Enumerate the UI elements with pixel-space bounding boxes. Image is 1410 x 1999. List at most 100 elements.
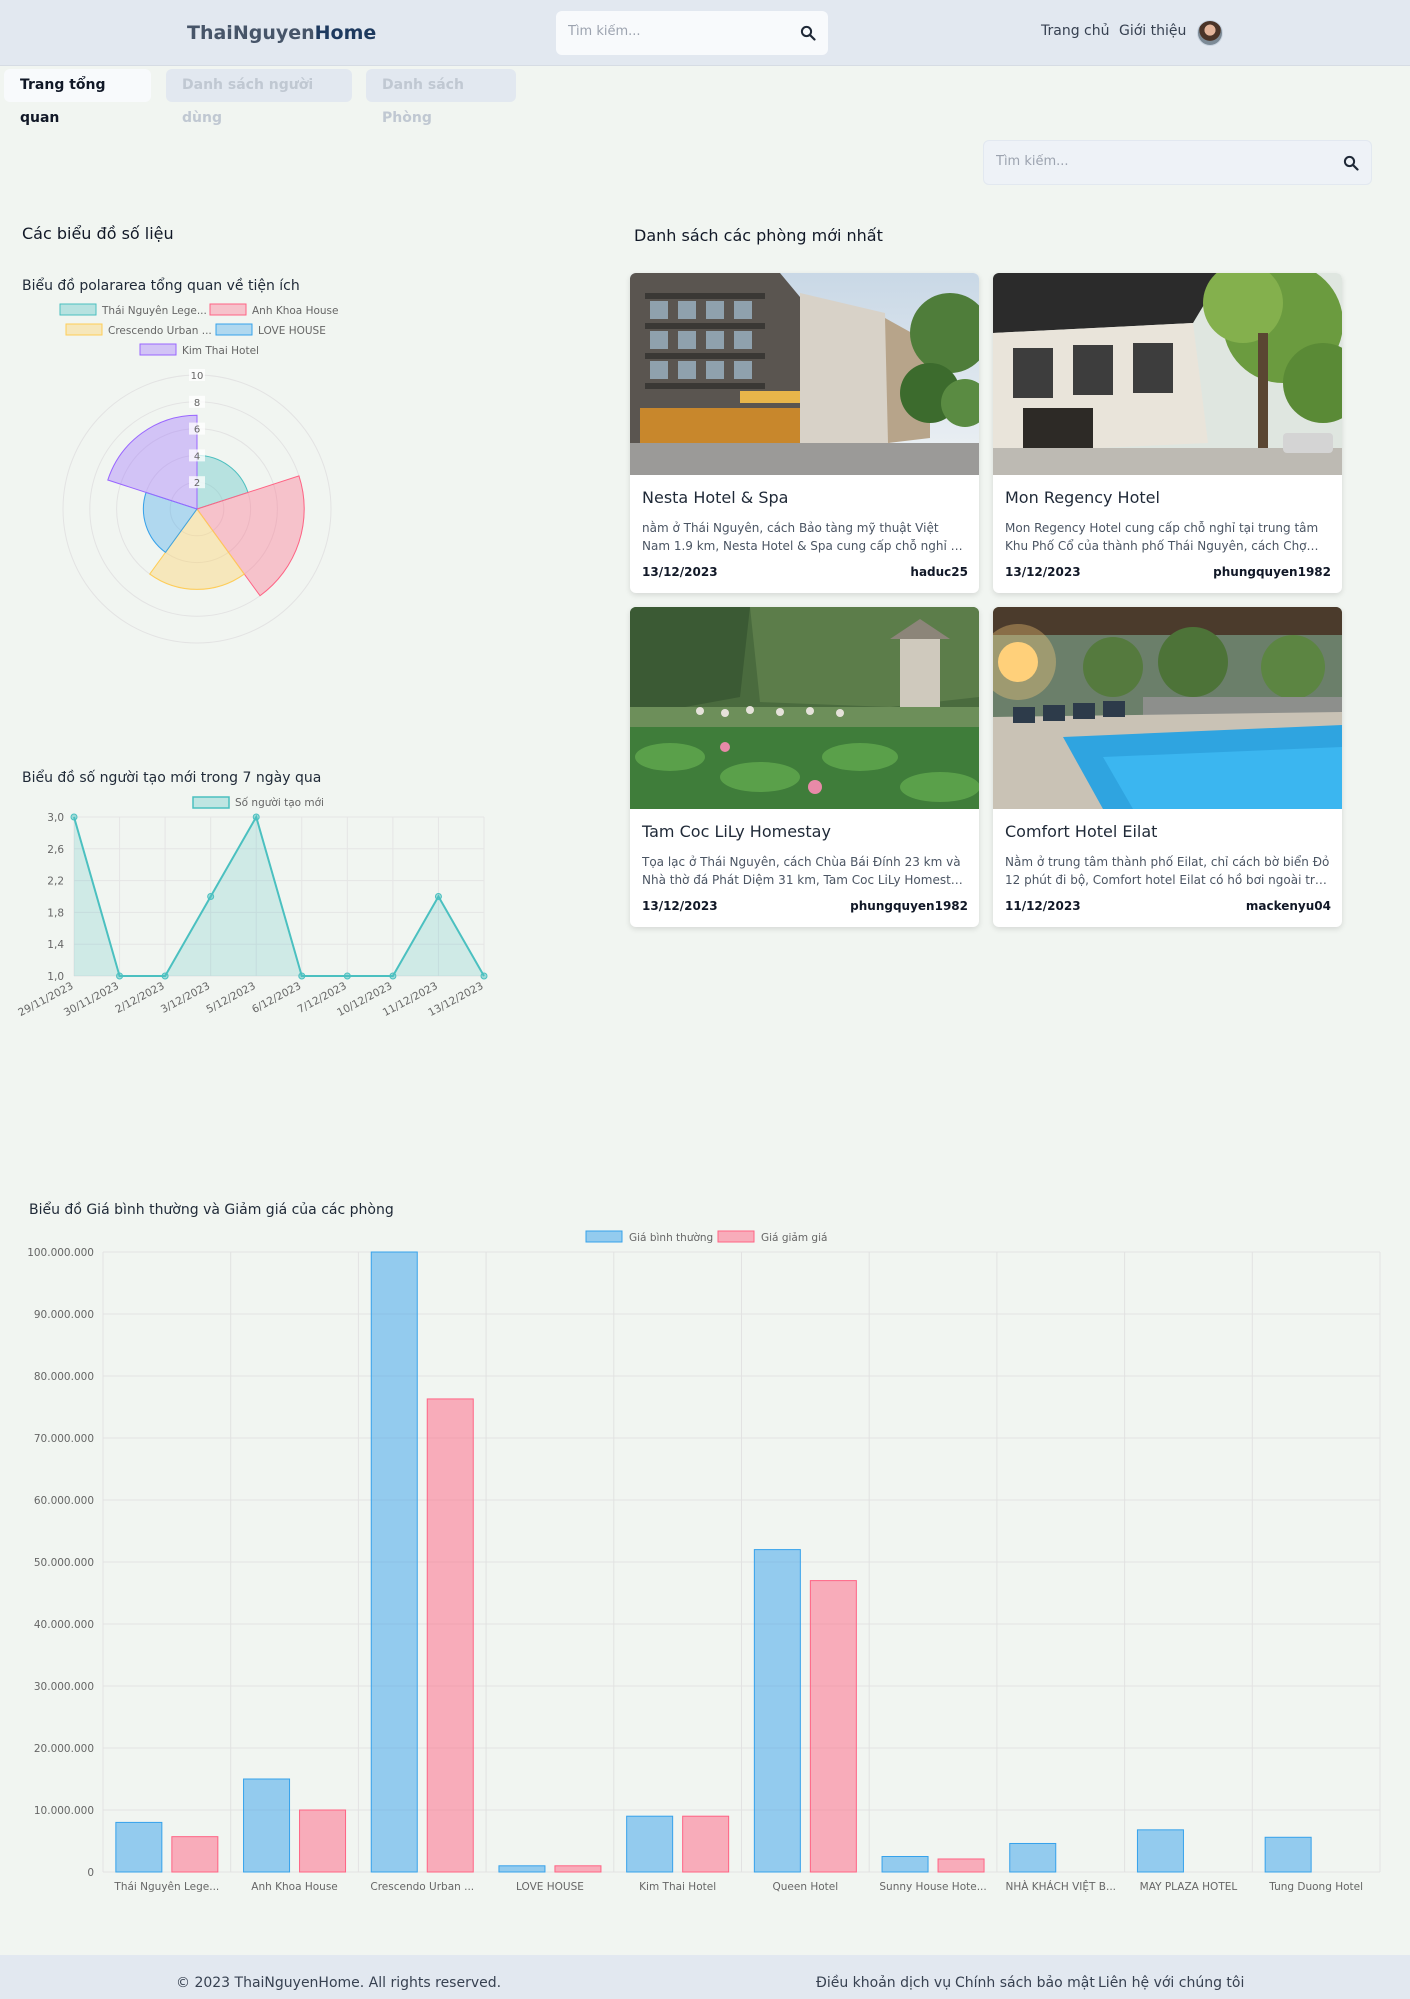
legend-label: Giá bình thường (629, 1232, 713, 1244)
y-tick-label: 1,0 (47, 971, 64, 983)
polar-segment (107, 414, 198, 510)
y-tick-label: 1,4 (47, 939, 64, 951)
room-description: Nằm ở trung tâm thành phố Eilat, chỉ các… (1005, 855, 1330, 887)
line-point (161, 972, 169, 980)
room-image[interactable] (630, 273, 979, 475)
header-search-input[interactable] (568, 24, 768, 39)
copyright-text: © 2023 ThaiNguyenHome. All rights reserv… (176, 1975, 502, 1991)
y-tick-label: 100.000.000 (27, 1247, 94, 1259)
legend-swatch (585, 1230, 623, 1243)
room-date: 11/12/2023 (1005, 899, 1081, 913)
tab-overview[interactable]: Trang tổng quan (4, 69, 151, 126)
search-icon[interactable] (800, 25, 816, 41)
line-point (434, 893, 442, 900)
bar (881, 1856, 929, 1873)
line-point (389, 972, 397, 980)
tab-room-list[interactable]: Danh sách Phòng (366, 69, 516, 126)
room-card[interactable]: Mon Regency Hotel Mon Regency Hotel cung… (993, 273, 1342, 593)
y-tick-label: 40.000.000 (34, 1619, 94, 1631)
bar (498, 1865, 546, 1873)
main-search-input[interactable] (996, 154, 1196, 169)
room-card[interactable]: Nesta Hotel & Spa nằm ở Thái Nguyên, các… (630, 273, 979, 593)
room-image[interactable] (993, 607, 1342, 809)
y-tick-label: 30.000.000 (34, 1681, 94, 1693)
y-tick-label: 2,2 (47, 876, 64, 888)
bar-chart-title: Biểu đồ Giá bình thường và Giảm giá của … (29, 1202, 394, 1218)
x-tick-label: Tung Duong Hotel (1268, 1881, 1363, 1893)
polar-chart-title: Biểu đồ polararea tổng quan về tiện ích (22, 278, 300, 294)
legend-label: Kim Thai Hotel (182, 345, 259, 357)
legend-swatch (192, 796, 230, 809)
y-tick-label: 1,8 (47, 907, 64, 919)
bar (809, 1580, 857, 1873)
nav-about-link[interactable]: Giới thiệu (1119, 23, 1186, 39)
x-tick-label: Kim Thai Hotel (639, 1881, 716, 1893)
room-card[interactable]: Comfort Hotel Eilat Nằm ở trung tâm thàn… (993, 607, 1342, 927)
room-title[interactable]: Mon Regency Hotel (1005, 488, 1160, 507)
footer-link-terms[interactable]: Điều khoản dịch vụ (816, 1975, 951, 1991)
room-author: phungquyen1982 (850, 899, 968, 913)
legend-label: LOVE HOUSE (258, 325, 326, 337)
x-tick-label: 2/12/2023 (113, 980, 166, 1016)
x-tick-label: 5/12/2023 (204, 980, 257, 1016)
legend-label: Anh Khoa House (252, 305, 338, 317)
polar-tick-label: 8 (194, 398, 200, 409)
polar-tick-label: 10 (191, 371, 204, 382)
room-image[interactable] (993, 273, 1342, 475)
room-author: haduc25 (910, 565, 968, 579)
bar (626, 1815, 674, 1873)
y-tick-label: 2,6 (47, 844, 64, 856)
line-point (252, 813, 260, 821)
line-point (70, 813, 78, 821)
y-tick-label: 80.000.000 (34, 1371, 94, 1383)
x-tick-label: Thái Nguyên Lege... (113, 1881, 219, 1893)
bar (426, 1398, 474, 1873)
y-tick-label: 20.000.000 (34, 1743, 94, 1755)
y-tick-label: 3,0 (47, 812, 64, 824)
bar (115, 1821, 163, 1873)
polar-tick-label: 2 (194, 478, 200, 489)
room-card[interactable]: Tam Coc LiLy Homestay Tọa lạc ở Thái Ngu… (630, 607, 979, 927)
rooms-section-title: Danh sách các phòng mới nhất (634, 226, 883, 245)
line-chart-title: Biểu đồ số người tạo mới trong 7 ngày qu… (22, 770, 322, 786)
y-tick-label: 60.000.000 (34, 1495, 94, 1507)
user-avatar[interactable] (1197, 20, 1223, 46)
room-date: 13/12/2023 (1005, 565, 1081, 579)
bar (554, 1865, 602, 1873)
footer-link-contact[interactable]: Liên hệ với chúng tôi (1098, 1975, 1244, 1991)
x-tick-label: NHÀ KHÁCH VIỆT B... (1006, 1880, 1117, 1893)
y-tick-label: 70.000.000 (34, 1433, 94, 1445)
bar (1136, 1829, 1184, 1873)
bar (171, 1836, 219, 1873)
page-footer: © 2023 ThaiNguyenHome. All rights reserv… (0, 1955, 1410, 1999)
legend-swatch (139, 343, 177, 356)
bar (1264, 1836, 1312, 1873)
bar (299, 1809, 347, 1873)
line-point (298, 972, 306, 980)
legend-label: Thái Nguyên Lege... (101, 305, 207, 317)
legend-swatch (717, 1230, 755, 1243)
y-tick-label: 90.000.000 (34, 1309, 94, 1321)
legend-swatch (65, 323, 103, 336)
polar-tick-label: 4 (194, 451, 200, 462)
nav-home-link[interactable]: Trang chủ (1041, 23, 1109, 39)
legend-swatch (209, 303, 247, 316)
room-title[interactable]: Comfort Hotel Eilat (1005, 822, 1157, 841)
bar (243, 1778, 291, 1873)
site-logo[interactable]: ThaiNguyenHome (187, 22, 376, 44)
x-tick-label: MAY PLAZA HOTEL (1140, 1881, 1238, 1893)
footer-link-privacy[interactable]: Chính sách bảo mật (955, 1975, 1095, 1991)
room-date: 13/12/2023 (642, 565, 718, 579)
search-icon[interactable] (1343, 155, 1359, 171)
price-bar-chart: Giá bình thường Giá giảm giá 0 10.000.000 20… (27, 1230, 1381, 1893)
x-tick-label: LOVE HOUSE (516, 1881, 584, 1893)
room-author: phungquyen1982 (1213, 565, 1331, 579)
y-tick-label: 0 (87, 1867, 94, 1879)
room-title[interactable]: Tam Coc LiLy Homestay (642, 822, 831, 841)
tab-user-list[interactable]: Danh sách người dùng (166, 69, 352, 126)
room-title[interactable]: Nesta Hotel & Spa (642, 488, 788, 507)
polar-tick-label: 6 (194, 425, 200, 436)
charts-section-title: Các biểu đồ số liệu (22, 224, 174, 243)
room-image[interactable] (630, 607, 979, 809)
bar (370, 1251, 418, 1873)
